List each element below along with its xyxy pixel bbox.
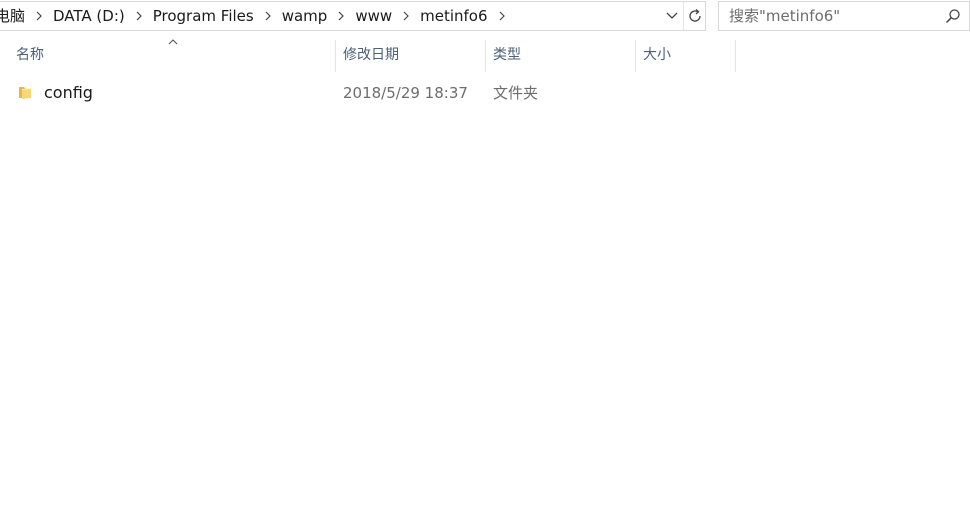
breadcrumb-data-drive[interactable]: DATA (D:) (51, 2, 127, 30)
breadcrumb: 电脑 DATA (D:) Program Files wamp www meti… (0, 2, 514, 30)
breadcrumb-www[interactable]: www (353, 2, 394, 30)
breadcrumb-metinfo6[interactable]: metinfo6 (418, 2, 489, 30)
search-input[interactable]: 搜索"metinfo6" (718, 1, 970, 31)
toolbar: 电脑 DATA (D:) Program Files wamp www meti… (0, 0, 970, 33)
breadcrumb-wamp[interactable]: wamp (280, 2, 330, 30)
list-item[interactable]: config 2018/5/29 18:37 文件夹 (0, 77, 736, 109)
chevron-right-icon[interactable] (27, 2, 51, 30)
column-header-row: 名称 修改日期 类型 大小 (0, 38, 736, 72)
chevron-right-icon[interactable] (490, 2, 514, 30)
column-header-modified[interactable]: 修改日期 (335, 38, 485, 72)
breadcrumb-program-files[interactable]: Program Files (151, 2, 256, 30)
address-bar[interactable]: 电脑 DATA (D:) Program Files wamp www meti… (0, 1, 706, 31)
column-header-type[interactable]: 类型 (485, 38, 635, 72)
file-name[interactable]: config (44, 77, 93, 109)
file-type: 文件夹 (493, 84, 539, 102)
search-icon[interactable] (945, 8, 961, 24)
column-divider[interactable] (735, 40, 736, 72)
chevron-right-icon[interactable] (394, 2, 418, 30)
chevron-right-icon[interactable] (127, 2, 151, 30)
chevron-right-icon[interactable] (256, 2, 280, 30)
folder-icon (19, 87, 32, 99)
sort-ascending-icon (168, 39, 178, 45)
chevron-right-icon[interactable] (329, 2, 353, 30)
search-placeholder: 搜索"metinfo6" (729, 7, 841, 25)
breadcrumb-this-pc[interactable]: 电脑 (0, 2, 27, 30)
address-history-button[interactable] (661, 2, 683, 30)
column-header-size[interactable]: 大小 (635, 38, 735, 72)
chevron-down-icon (666, 12, 678, 19)
refresh-icon (688, 9, 701, 22)
refresh-button[interactable] (683, 2, 705, 30)
file-modified-date: 2018/5/29 18:37 (343, 84, 468, 102)
